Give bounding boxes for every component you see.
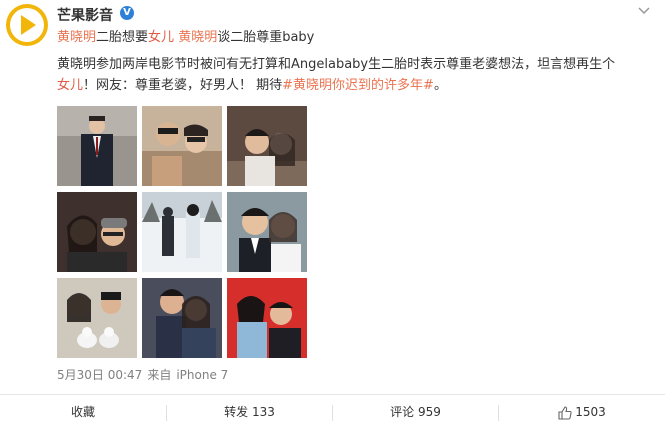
- body-text: ！网友：尊重老婆，好男人！ 期待: [83, 78, 283, 93]
- mango-tv-avatar[interactable]: [6, 4, 48, 46]
- photo-3[interactable]: [227, 106, 307, 186]
- repost-label: 转发 133: [224, 405, 275, 419]
- post-body-line-1: 黄晓明参加两岸电影节时被问有无打算和Angelababy生二胎时表示尊重老婆想法…: [57, 57, 616, 72]
- headline-text-2: 谈二胎尊重baby: [217, 30, 315, 45]
- post-source[interactable]: iPhone 7: [176, 368, 228, 382]
- body-end: 。: [433, 78, 447, 93]
- comment-label: 评论 959: [390, 405, 441, 419]
- like-button[interactable]: 1503: [499, 395, 665, 430]
- author-name[interactable]: 芒果影音: [57, 5, 113, 25]
- mention-link-1[interactable]: 黄晓明: [57, 30, 96, 45]
- post-timestamp[interactable]: 5月30日 00:47: [57, 368, 142, 382]
- headline-text-1: 二胎想要: [96, 30, 149, 45]
- post-body-line-2: 女儿！网友：尊重老婆，好男人！ 期待#黄晓明你迟到的许多年#。: [57, 76, 447, 96]
- photo-6[interactable]: [227, 192, 307, 272]
- photo-grid: [57, 106, 307, 358]
- like-count: 1503: [575, 405, 606, 419]
- hashtag-link[interactable]: #黄晓明你迟到的许多年#: [282, 78, 434, 93]
- source-prefix: 来自: [147, 368, 172, 382]
- photo-9[interactable]: [227, 278, 307, 358]
- post-meta: 5月30日 00:47 来自 iPhone 7: [57, 366, 233, 383]
- collect-button[interactable]: 收藏: [0, 395, 166, 430]
- play-icon: [21, 15, 36, 35]
- photo-5[interactable]: [142, 192, 222, 272]
- post-headline: 黄晓明二胎想要女儿 黄晓明谈二胎尊重baby: [57, 28, 314, 48]
- thumbs-up-icon: [558, 405, 572, 420]
- photo-4[interactable]: [57, 192, 137, 272]
- photo-8[interactable]: [142, 278, 222, 358]
- chevron-down-icon[interactable]: [637, 4, 651, 18]
- mention-link-2[interactable]: 黄晓明: [178, 30, 217, 45]
- highlight-daughter-1: 女儿: [148, 30, 175, 45]
- post-action-bar: 收藏 转发 133 评论 959 1503: [0, 394, 665, 430]
- photo-2[interactable]: [142, 106, 222, 186]
- photo-7[interactable]: [57, 278, 137, 358]
- comment-button[interactable]: 评论 959: [333, 395, 498, 430]
- verified-icon: V: [120, 6, 134, 20]
- collect-label: 收藏: [70, 405, 95, 419]
- photo-1[interactable]: [57, 106, 137, 186]
- repost-button[interactable]: 转发 133: [167, 395, 332, 430]
- weibo-post-card: 芒果影音 V 黄晓明二胎想要女儿 黄晓明谈二胎尊重baby 黄晓明参加两岸电影节…: [0, 0, 665, 430]
- highlight-daughter-2: 女儿: [57, 78, 84, 93]
